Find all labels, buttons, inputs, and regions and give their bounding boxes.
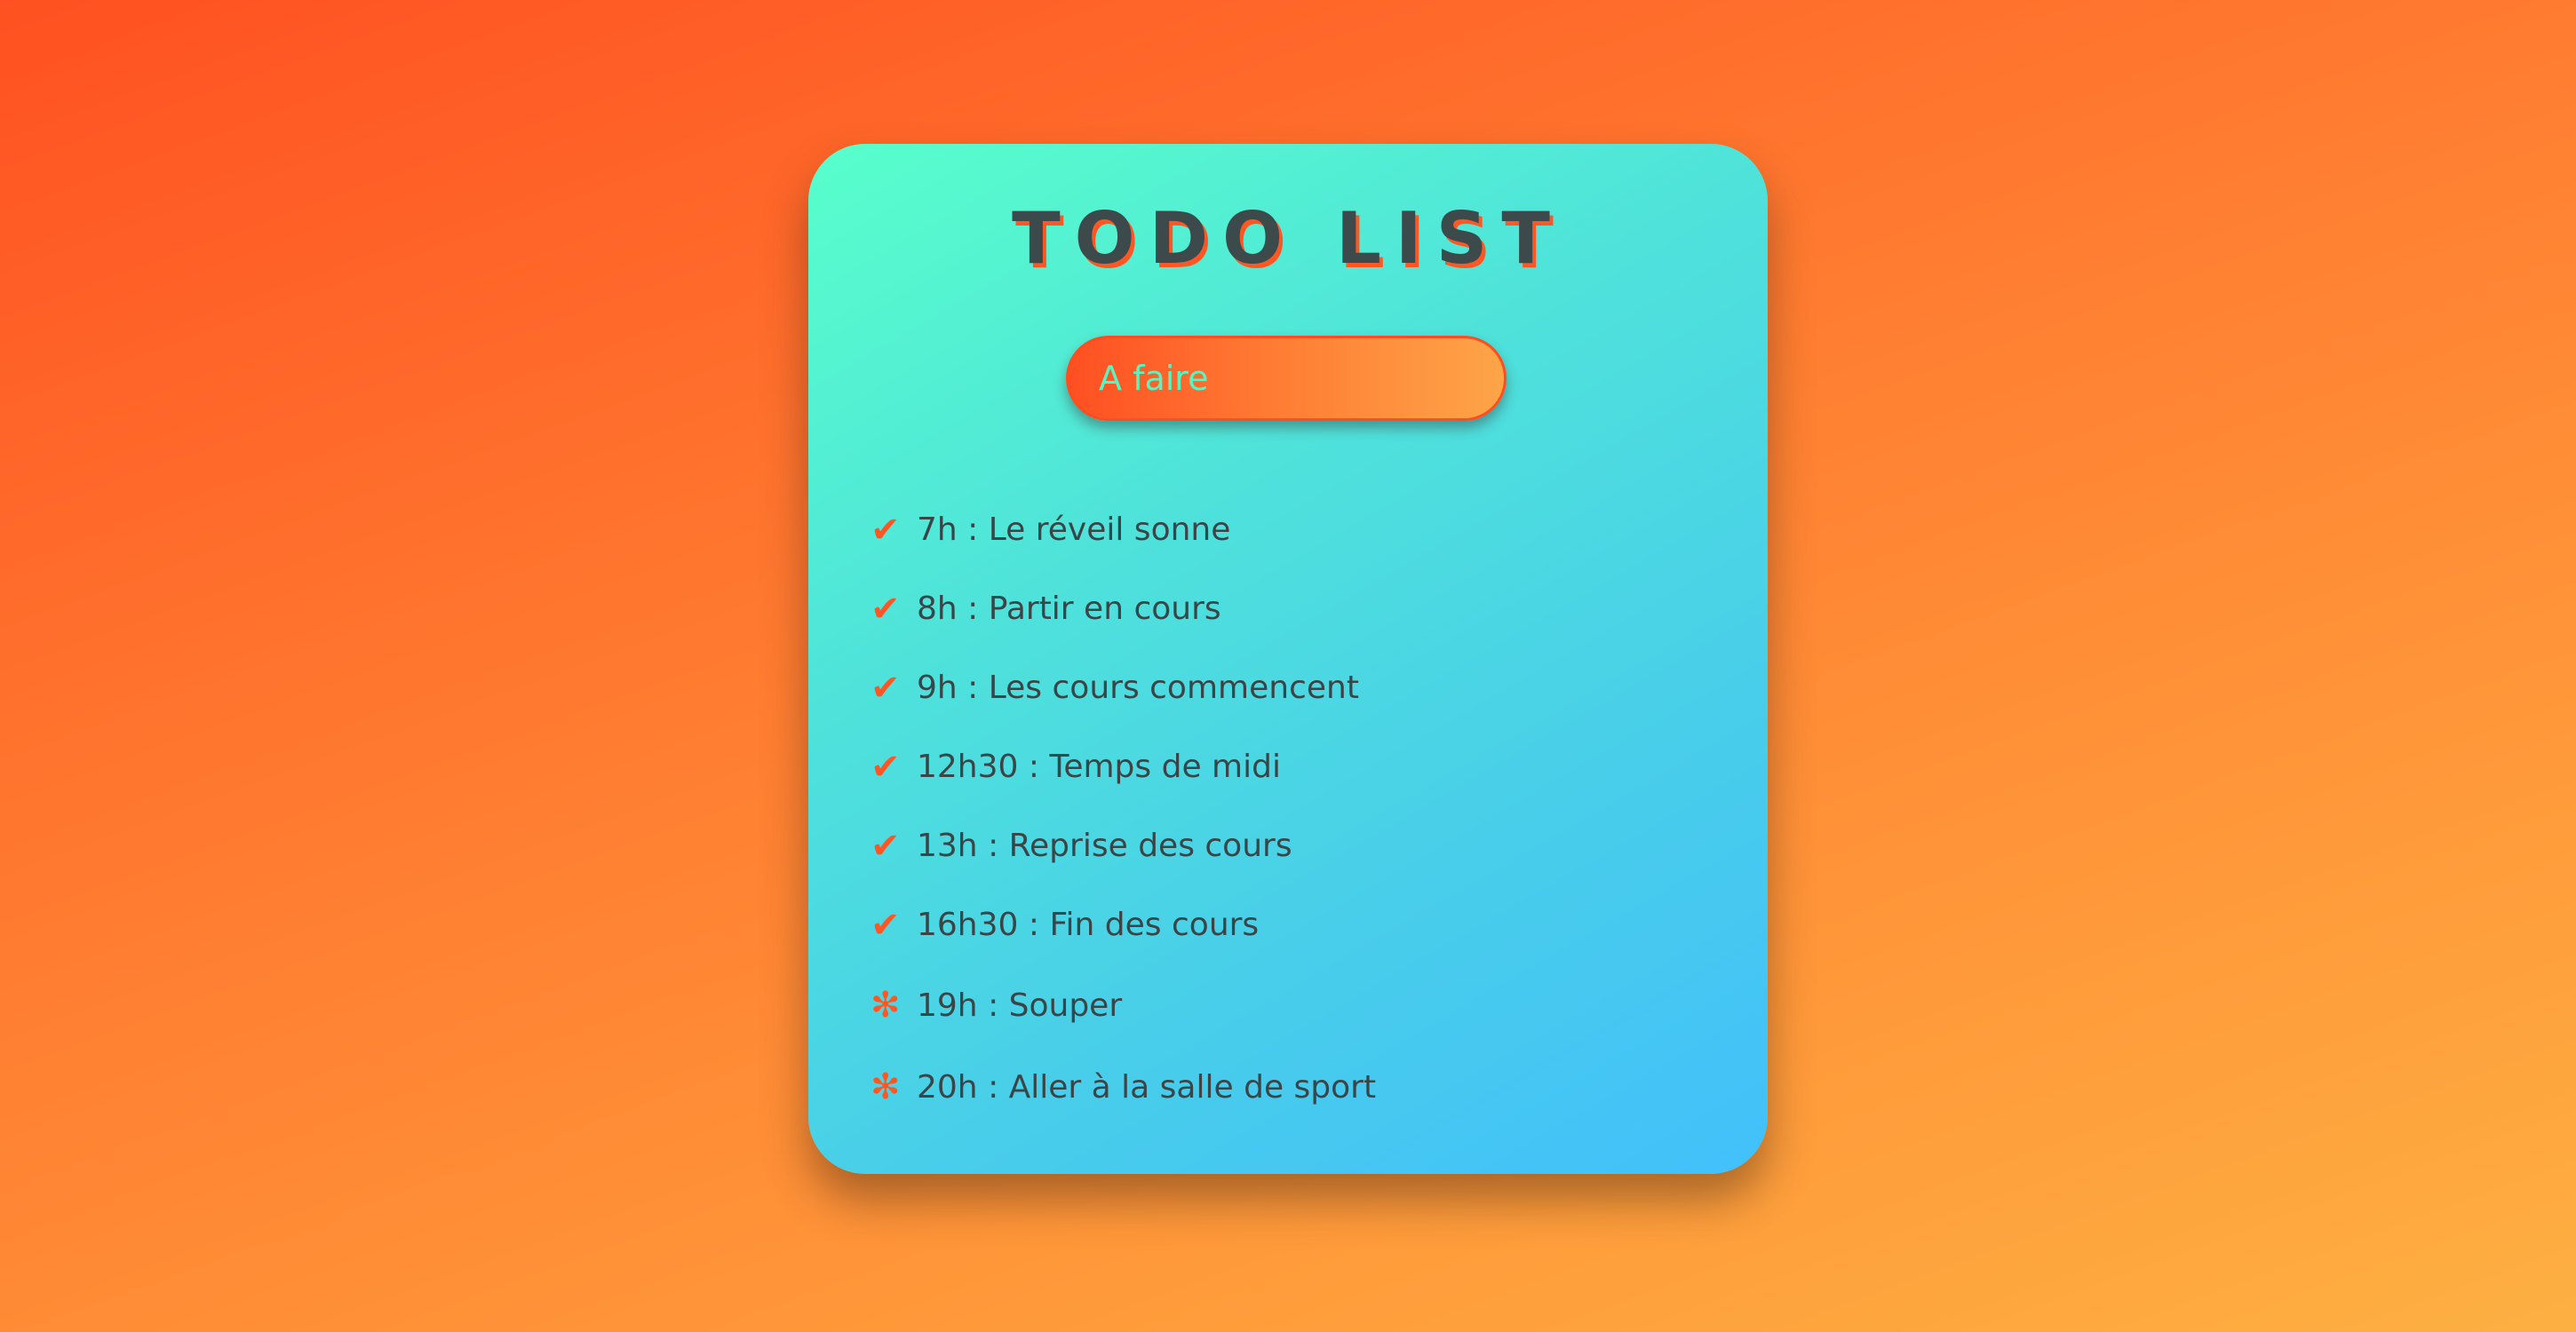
list-item[interactable]: ✔ 7h : Le réveil sonne [871,490,1376,569]
check-icon: ✔ [871,825,901,867]
task-label: 12h30 : Temps de midi [917,749,1281,785]
task-label: 8h : Partir en cours [917,591,1221,627]
task-label: 13h : Reprise des cours [917,828,1292,864]
task-label: 20h : Aller à la salle de sport [917,1068,1377,1106]
list-item[interactable]: ✻ 20h : Aller à la salle de sport [871,1046,1376,1128]
list-item[interactable]: ✔ 9h : Les cours commencent [871,648,1376,727]
list-item[interactable]: ✔ 13h : Reprise des cours [871,806,1376,885]
todo-input[interactable] [1066,336,1507,421]
list-item[interactable]: ✔ 8h : Partir en cours [871,569,1376,648]
check-icon: ✔ [871,509,901,551]
asterisk-icon: ✻ [871,985,901,1026]
check-icon: ✔ [871,904,901,946]
task-label: 7h : Le réveil sonne [917,511,1231,548]
task-label: 19h : Souper [917,987,1123,1024]
check-icon: ✔ [871,588,901,630]
task-label: 9h : Les cours commencent [917,670,1359,706]
list-item[interactable]: ✔ 16h30 : Fin des cours [871,885,1376,964]
list-item[interactable]: ✔ 12h30 : Temps de midi [871,727,1376,806]
todo-list: ✔ 7h : Le réveil sonne ✔ 8h : Partir en … [871,490,1376,1128]
list-item[interactable]: ✻ 19h : Souper [871,964,1376,1046]
page-title: TODO LIST [1012,197,1564,280]
todo-card: TODO LIST ✔ 7h : Le réveil sonne ✔ 8h : … [808,144,1768,1174]
check-icon: ✔ [871,746,901,788]
check-icon: ✔ [871,667,901,709]
task-label: 16h30 : Fin des cours [917,907,1260,943]
asterisk-icon: ✻ [871,1066,901,1107]
